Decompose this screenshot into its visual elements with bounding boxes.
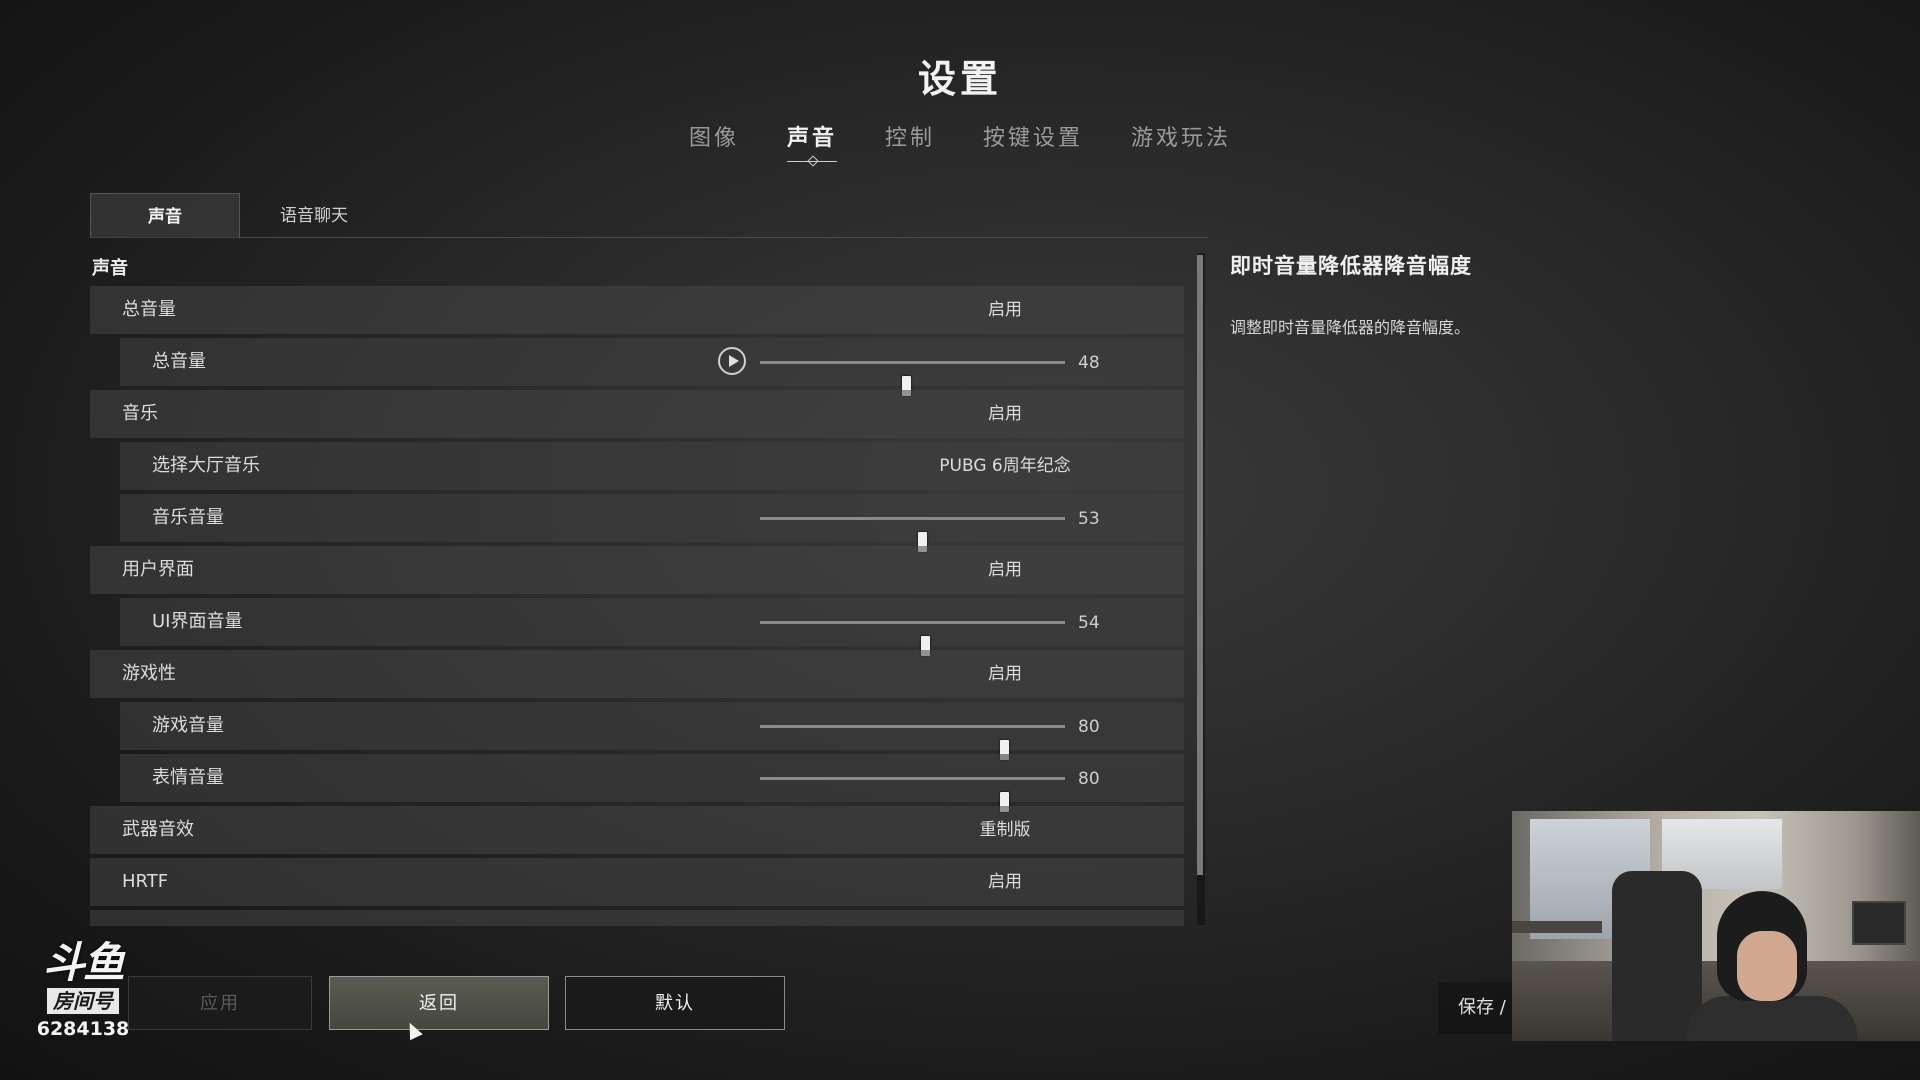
setting-toggle-value[interactable]: 启用 [850,858,1160,906]
slider-track[interactable] [760,361,1065,396]
scrollbar-thumb[interactable] [1197,255,1203,875]
scrollbar[interactable] [1197,253,1205,925]
setting-toggle-value[interactable]: 启用 [850,286,1160,334]
setting-select-value[interactable]: 重制版 [850,806,1160,854]
setting-row-emote-volume: 表情音量 80 [120,754,1184,812]
setting-label: 总音量 [122,299,176,320]
setting-row-game-volume: 游戏音量 80 [120,702,1184,760]
description-text: 调整即时音量降低器的降音幅度。 [1230,318,1471,337]
setting-label: 选择大厅音乐 [152,455,260,476]
slider-value: 80 [1078,717,1100,737]
slider-value: 80 [1078,769,1100,789]
tab-gameplay[interactable]: 游戏玩法 [1131,120,1231,162]
setting-row-partial [90,910,1184,926]
stream-logo: 斗鱼 房间号 6284138 [30,938,136,1041]
description-title: 即时音量降低器降音幅度 [1230,254,1472,278]
room-number: 6284138 [36,1018,130,1040]
slider-track[interactable] [760,777,1065,812]
setting-select-value[interactable]: PUBG 6周年纪念 [850,442,1160,490]
apply-button[interactable]: 应用 [128,976,312,1030]
tab-keybindings[interactable]: 按键设置 [983,120,1083,162]
sub-tab-bar: 声音 语音聊天 [90,193,1208,238]
setting-row-music-volume: 音乐音量 53 [120,494,1184,552]
setting-row-master-volume: 总音量 48 [120,338,1184,396]
room-label: 房间号 [47,988,119,1014]
setting-row-lobby-music[interactable]: 选择大厅音乐 PUBG 6周年纪念 [120,442,1184,490]
slider-value: 54 [1078,613,1100,633]
setting-label: HRTF [122,871,169,892]
play-icon[interactable] [718,347,746,375]
slider: 48 [120,338,1184,396]
slider: 53 [120,494,1184,552]
default-button[interactable]: 默认 [565,976,785,1030]
douyu-logo-text: 斗鱼 [42,938,125,987]
section-heading: 声音 [92,258,128,279]
slider: 80 [120,702,1184,760]
slider-track[interactable] [760,621,1065,656]
setting-toggle-value[interactable]: 启用 [850,390,1160,438]
subtab-sound[interactable]: 声音 [90,193,240,238]
tab-graphics[interactable]: 图像 [689,120,739,162]
setting-row-weapon-sfx[interactable]: 武器音效 重制版 [90,806,1184,854]
setting-label: 武器音效 [122,819,194,840]
subtab-voice-chat[interactable]: 语音聊天 [240,193,388,237]
setting-row-master[interactable]: 总音量 启用 [90,286,1184,334]
slider-value: 53 [1078,509,1100,529]
back-button[interactable]: 返回 [329,976,549,1030]
setting-label: 音乐 [122,403,158,424]
tab-control[interactable]: 控制 [885,120,935,162]
setting-row-gameplay[interactable]: 游戏性 启用 [90,650,1184,698]
settings-list: 总音量 启用 总音量 48 音乐 启用 选择大厅音乐 PUBG 6周年纪念 音乐… [90,286,1184,926]
slider: 54 [120,598,1184,656]
setting-toggle-value[interactable]: 启用 [850,650,1160,698]
slider-track[interactable] [760,517,1065,552]
slider-track[interactable] [760,725,1065,760]
setting-row-hrtf[interactable]: HRTF 启用 [90,858,1184,906]
setting-row-ui[interactable]: 用户界面 启用 [90,546,1184,594]
webcam-overlay [1512,811,1920,1041]
slider-value: 48 [1078,353,1100,373]
setting-row-music[interactable]: 音乐 启用 [90,390,1184,438]
setting-row-ui-volume: UI界面音量 54 [120,598,1184,656]
top-tab-bar: 图像 声音 控制 按键设置 游戏玩法 [0,120,1920,162]
setting-label: 用户界面 [122,559,194,580]
setting-label: 游戏性 [122,663,176,684]
page-title: 设置 [917,57,1002,101]
setting-toggle-value[interactable]: 启用 [850,546,1160,594]
tab-sound[interactable]: 声音 [786,120,837,162]
slider: 80 [120,754,1184,812]
